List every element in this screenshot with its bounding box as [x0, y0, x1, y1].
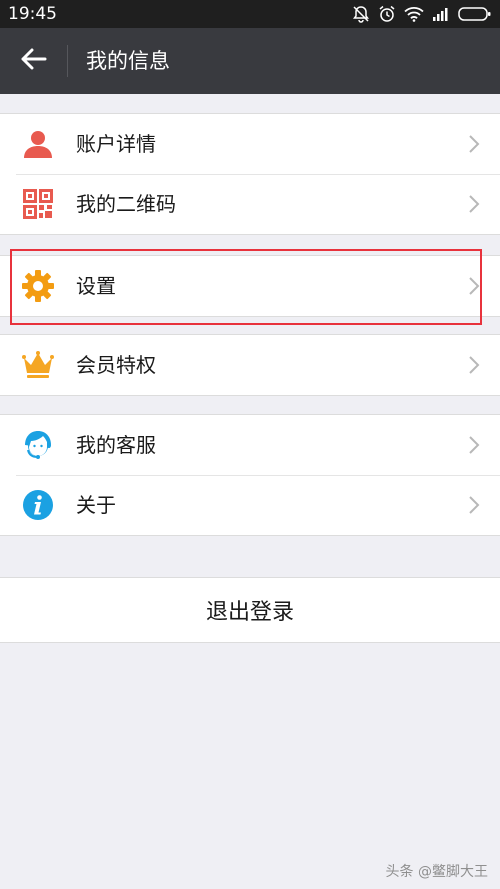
menu-group-membership: 会员特权 [0, 334, 500, 396]
chevron-right-icon [468, 194, 480, 214]
chevron-right-icon [468, 276, 480, 296]
gear-icon [22, 270, 54, 302]
menu-item-label: 关于 [76, 493, 116, 517]
arrow-left-icon [21, 48, 47, 74]
app-header: 我的信息 [0, 28, 500, 94]
menu-group-settings: 设置 [0, 255, 500, 317]
status-bar: 19:45 [0, 0, 500, 28]
logout-button[interactable]: 退出登录 [0, 577, 500, 643]
crown-icon [22, 349, 54, 381]
back-button[interactable] [10, 37, 58, 85]
menu-item-customer-service[interactable]: 我的客服 [0, 415, 500, 475]
menu-item-label: 会员特权 [76, 353, 156, 377]
battery-icon [458, 6, 492, 22]
qr-code-icon [22, 188, 54, 220]
mute-icon [352, 5, 370, 23]
menu-group-support: 我的客服 关于 [0, 414, 500, 536]
chevron-right-icon [468, 355, 480, 375]
menu-item-label: 设置 [76, 274, 116, 298]
watermark: 头条 @鳖脚大王 [385, 864, 488, 880]
status-icons [352, 5, 492, 23]
customer-service-icon [22, 429, 54, 461]
menu-item-about[interactable]: 关于 [0, 475, 500, 535]
signal-icon [432, 7, 450, 21]
info-icon [22, 489, 54, 521]
status-time: 19:45 [8, 4, 57, 24]
menu-item-label: 我的二维码 [76, 192, 176, 216]
header-divider [67, 45, 68, 77]
menu-item-my-qr-code[interactable]: 我的二维码 [0, 174, 500, 234]
chevron-right-icon [468, 495, 480, 515]
wifi-icon [404, 6, 424, 22]
menu-group-account: 账户详情 我的二维码 [0, 113, 500, 235]
menu-item-settings[interactable]: 设置 [0, 256, 500, 316]
user-icon [22, 128, 54, 160]
page-title: 我的信息 [86, 49, 170, 73]
alarm-icon [378, 5, 396, 23]
menu-item-member-privileges[interactable]: 会员特权 [0, 335, 500, 395]
chevron-right-icon [468, 134, 480, 154]
menu-item-account-details[interactable]: 账户详情 [0, 114, 500, 174]
menu-item-label: 账户详情 [76, 132, 156, 156]
menu-item-label: 我的客服 [76, 433, 156, 457]
chevron-right-icon [468, 435, 480, 455]
